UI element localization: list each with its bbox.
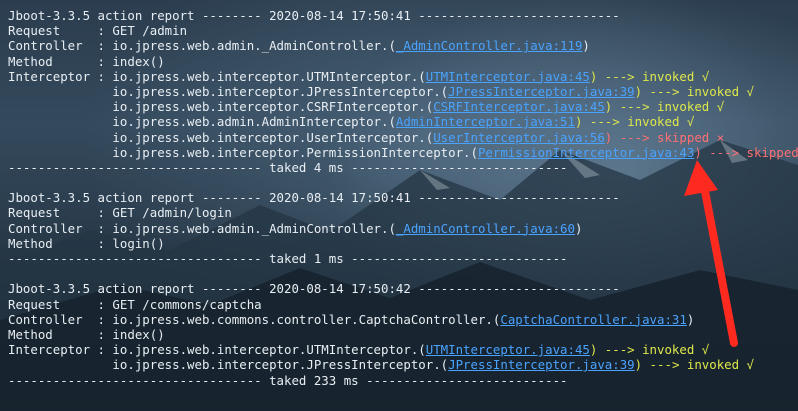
request-line: Request : GET /admin (8, 23, 188, 39)
interceptor-status-skipped: skipped × (657, 129, 725, 145)
interceptor-line: io.jpress.web.interceptor.JPressIntercep… (8, 84, 790, 99)
interceptor-prefix: io.jpress.web.interceptor.UserIntercepto… (8, 129, 434, 145)
interceptor-line: Interceptor : io.jpress.web.interceptor.… (8, 69, 790, 84)
report-header: Jboot-3.3.5 action report -------- 2020-… (8, 8, 790, 23)
header-right: --------------------------- (410, 190, 620, 206)
report-footer: ---------------------------------- taked… (8, 159, 568, 175)
controller-prefix: Controller : io.jpress.web.commons.contr… (8, 311, 501, 327)
interceptor-source-link[interactable]: AdminInterceptor.java:51 (396, 114, 575, 129)
controller-line: Controller : io.jpress.web.commons.contr… (8, 312, 790, 327)
interceptor-line: Interceptor : io.jpress.web.interceptor.… (8, 342, 790, 357)
report-footer: ---------------------------------- taked… (8, 372, 568, 388)
header-right: --------------------------- (410, 8, 620, 23)
interceptor-status-invoked: invoked √ (642, 342, 710, 358)
interceptor-arrow: ) ---> (694, 144, 747, 160)
interceptor-source-link[interactable]: JPressInterceptor.java:39 (448, 357, 635, 372)
action-report: Jboot-3.3.5 action report -------- 2020-… (8, 8, 798, 175)
interceptor-source-link[interactable]: UTMInterceptor.java:45 (426, 342, 590, 357)
header-left: Jboot-3.3.5 action report -------- (8, 8, 270, 23)
interceptor-status-invoked: invoked √ (627, 114, 695, 130)
interceptor-arrow: ) ---> (634, 83, 687, 99)
method-line: Method : index() (8, 53, 165, 69)
interceptor-arrow: ) ---> (634, 357, 687, 373)
request-line: Request : GET /commons/captcha (8, 296, 262, 312)
interceptor-line: io.jpress.web.interceptor.UserIntercepto… (8, 130, 790, 145)
interceptor-line: io.jpress.web.interceptor.PermissionInte… (8, 144, 798, 160)
header-date: 2020-08-14 17:50:42 (269, 281, 411, 297)
interceptor-status-invoked: invoked √ (686, 83, 754, 99)
interceptor-prefix: io.jpress.web.interceptor.CSRFIntercepto… (8, 99, 434, 115)
interceptor-prefix: io.jpress.web.admin.AdminInterceptor.( (8, 114, 396, 130)
controller-line: Controller : io.jpress.web.admin._AdminC… (8, 221, 790, 236)
header-left: Jboot-3.3.5 action report -------- (8, 190, 270, 206)
controller-suffix: ) (686, 311, 695, 327)
action-report: Jboot-3.3.5 action report -------- 2020-… (8, 281, 790, 387)
controller-line: Controller : io.jpress.web.admin._AdminC… (8, 38, 790, 53)
action-report: Jboot-3.3.5 action report -------- 2020-… (8, 190, 790, 266)
interceptor-status-skipped: skipped × (746, 144, 798, 160)
interceptor-prefix: io.jpress.web.interceptor.PermissionInte… (8, 144, 478, 160)
interceptor-source-link[interactable]: UserInterceptor.java:56 (433, 130, 605, 145)
interceptor-source-link[interactable]: PermissionInterceptor.java:43 (478, 145, 694, 160)
method-line: Method : login() (8, 235, 165, 251)
request-line: Request : GET /admin/login (8, 205, 232, 221)
interceptor-prefix: Interceptor : io.jpress.web.interceptor.… (8, 68, 426, 84)
header-right: --------------------------- (410, 281, 620, 297)
report-header: Jboot-3.3.5 action report -------- 2020-… (8, 281, 790, 296)
interceptor-line: io.jpress.web.admin.AdminInterceptor.(Ad… (8, 114, 790, 129)
controller-prefix: Controller : io.jpress.web.admin._AdminC… (8, 38, 396, 54)
controller-source-link[interactable]: _AdminController.java:60 (396, 221, 575, 236)
terminal-output: Jboot-3.3.5 action report -------- 2020-… (8, 8, 798, 388)
interceptor-source-link[interactable]: UTMInterceptor.java:45 (426, 69, 590, 84)
interceptor-status-invoked: invoked √ (657, 99, 725, 115)
interceptor-source-link[interactable]: CSRFInterceptor.java:45 (433, 99, 605, 114)
interceptor-status-invoked: invoked √ (686, 357, 754, 373)
controller-source-link[interactable]: CaptchaController.java:31 (500, 312, 687, 327)
method-line: Method : index() (8, 326, 165, 342)
controller-prefix: Controller : io.jpress.web.admin._AdminC… (8, 220, 396, 236)
interceptor-arrow: ) ---> (589, 342, 643, 358)
controller-source-link[interactable]: _AdminController.java:119 (396, 38, 583, 53)
header-date: 2020-08-14 17:50:41 (269, 190, 411, 206)
interceptor-prefix: io.jpress.web.interceptor.JPressIntercep… (8, 357, 449, 373)
report-header: Jboot-3.3.5 action report -------- 2020-… (8, 190, 790, 205)
interceptor-source-link[interactable]: JPressInterceptor.java:39 (448, 84, 635, 99)
interceptor-prefix: Interceptor : io.jpress.web.interceptor.… (8, 342, 426, 358)
interceptor-arrow: ) ---> (589, 68, 643, 84)
interceptor-line: io.jpress.web.interceptor.JPressIntercep… (8, 357, 790, 372)
interceptor-status-invoked: invoked √ (642, 68, 710, 84)
interceptor-arrow: ) ---> (604, 129, 658, 145)
interceptor-line: io.jpress.web.interceptor.CSRFIntercepto… (8, 99, 790, 114)
controller-suffix: ) (582, 38, 590, 54)
interceptor-arrow: ) ---> (604, 99, 658, 115)
report-footer: ---------------------------------- taked… (8, 251, 568, 266)
header-date: 2020-08-14 17:50:41 (269, 8, 411, 23)
interceptor-prefix: io.jpress.web.interceptor.JPressIntercep… (8, 83, 449, 99)
interceptor-arrow: ) ---> (574, 114, 628, 130)
header-left: Jboot-3.3.5 action report -------- (8, 281, 270, 297)
controller-suffix: ) (574, 220, 583, 236)
